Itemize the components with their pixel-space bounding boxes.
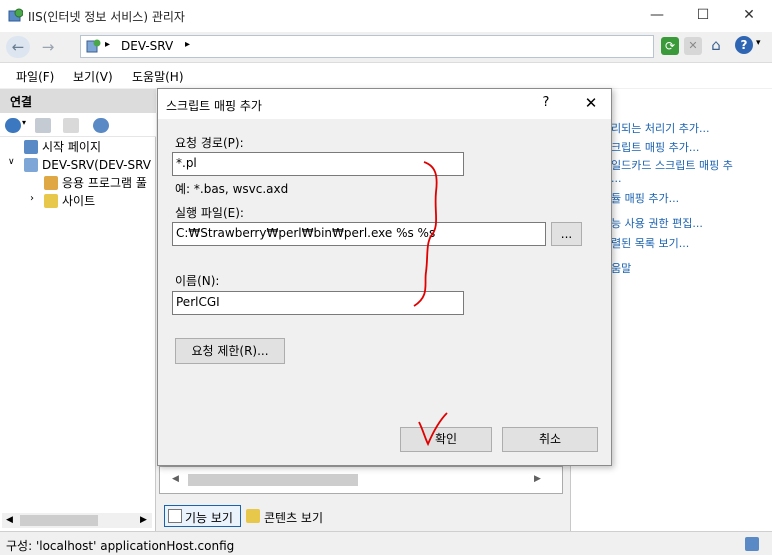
action-add-script-map[interactable]: 크립트 매핑 추가... [611,139,699,155]
refresh-icon[interactable]: ⟳ [661,37,679,55]
expand-chevron-icon[interactable]: › [30,193,34,204]
disconnect-icon[interactable] [93,118,109,133]
action-add-wildcard-script-map[interactable]: 일드카드 스크립트 매핑 추 [611,157,733,173]
tree-item-start-page[interactable]: 시작 페이지 [24,138,101,156]
iis-app-icon [8,8,24,23]
ok-button[interactable]: 확인 [400,427,492,452]
home-icon[interactable]: ⌂ [707,36,725,54]
tree-label: DEV-SRV(DEV-SRV [42,158,152,172]
tree-item-app-pools[interactable]: 응용 프로그램 풀 [44,174,147,192]
tree-item-server[interactable]: DEV-SRV(DEV-SRV [24,156,151,174]
stop-icon[interactable]: ✕ [684,37,702,55]
action-view-ordered-list[interactable]: 렬된 목록 보기... [611,235,689,251]
connections-header: 연결 [0,89,156,113]
breadcrumb-chevron-icon: ▸ [105,39,111,50]
request-restrictions-button[interactable]: 요청 제한(R)... [175,338,285,364]
help-dropdown-icon[interactable]: ▾ [756,38,761,48]
content-view-icon [246,509,260,523]
breadcrumb-server[interactable]: DEV-SRV [121,39,173,53]
sites-icon [44,194,58,208]
name-input[interactable]: PerlCGI [172,291,464,315]
action-edit-feature-permissions[interactable]: 능 사용 권한 편집... [611,215,703,231]
address-box[interactable]: ▸ DEV-SRV ▸ [80,35,654,58]
request-path-label: 요청 경로(P): [175,136,244,150]
request-path-example: 예: *.bas, wsvc.axd [175,182,289,196]
request-path-input[interactable]: *.pl [172,152,464,176]
menu-bar [0,62,772,88]
server-icon [86,39,101,54]
tree-label: 시작 페이지 [42,140,102,154]
start-page-icon [24,140,38,154]
server-icon [24,158,38,172]
left-hscrollbar[interactable]: ◀ ▶ [2,513,152,528]
status-text: 구성: 'localhost' applicationHost.config [6,539,235,553]
up-level-icon[interactable] [63,118,79,133]
left-scroll-thumb[interactable] [20,515,98,526]
status-bar: 구성: 'localhost' applicationHost.config [0,531,772,555]
status-network-icon [745,537,759,551]
features-view-label: 기능 보기 [185,511,233,525]
action-help[interactable]: 움말 [611,260,631,276]
window-titlebar: IIS(인터넷 정보 서비스) 관리자 — ☐ ✕ [0,0,772,32]
executable-input[interactable]: C:₩Strawberry₩perl₩bin₩perl.exe %s %s [172,222,546,246]
window-title: IIS(인터넷 정보 서비스) 관리자 [28,10,185,24]
collapse-chevron-icon[interactable]: ∨ [8,157,15,167]
cancel-button[interactable]: 취소 [502,427,598,452]
features-view-icon [168,509,182,523]
connect-dropdown-icon[interactable]: ▾ [22,118,26,127]
dialog-title: 스크립트 매핑 추가 [166,99,262,113]
minimize-button[interactable]: — [634,0,680,31]
browse-button[interactable]: ... [551,222,582,246]
dialog-help-button[interactable]: ? [536,95,556,110]
features-view-tab[interactable]: 기능 보기 [164,505,241,527]
action-ellipsis: ... [611,172,622,185]
help-icon[interactable]: ? [735,36,753,54]
executable-label: 실행 파일(E): [175,206,244,220]
scroll-right-icon[interactable]: ▶ [534,474,541,484]
content-view-tab[interactable]: 콘텐츠 보기 [245,505,335,527]
maximize-button[interactable]: ☐ [680,0,726,31]
save-icon[interactable] [35,118,51,133]
menu-view[interactable]: 보기(V) [73,68,113,85]
tree-item-sites[interactable]: 사이트 [44,192,95,210]
menu-help[interactable]: 도움말(H) [132,68,184,85]
menu-file[interactable]: 파일(F) [16,68,54,85]
connect-icon[interactable] [5,118,21,133]
scroll-left-icon[interactable]: ◀ [172,474,179,484]
forward-button[interactable]: → [36,36,60,58]
action-add-module-map[interactable]: 듈 매핑 추가... [611,190,679,206]
dialog-titlebar: 스크립트 매핑 추가 ? ✕ [158,89,611,119]
action-add-managed-handler[interactable]: 리되는 처리기 추가... [611,120,709,136]
content-view-label: 콘텐츠 보기 [264,511,324,525]
center-scroll-thumb[interactable] [188,474,358,486]
back-button[interactable]: ← [6,36,30,58]
add-script-map-dialog: 스크립트 매핑 추가 ? ✕ 요청 경로(P): *.pl 예: *.bas, … [157,88,612,466]
name-label: 이름(N): [175,274,220,288]
center-hscrollbar[interactable]: ◀ ▶ [159,466,563,494]
dialog-close-button[interactable]: ✕ [576,94,606,112]
tree-label: 응용 프로그램 풀 [62,176,147,190]
app-pool-icon [44,176,58,190]
tree-label: 사이트 [62,194,96,208]
breadcrumb-chevron-icon: ▸ [185,39,191,50]
close-window-button[interactable]: ✕ [726,0,772,31]
